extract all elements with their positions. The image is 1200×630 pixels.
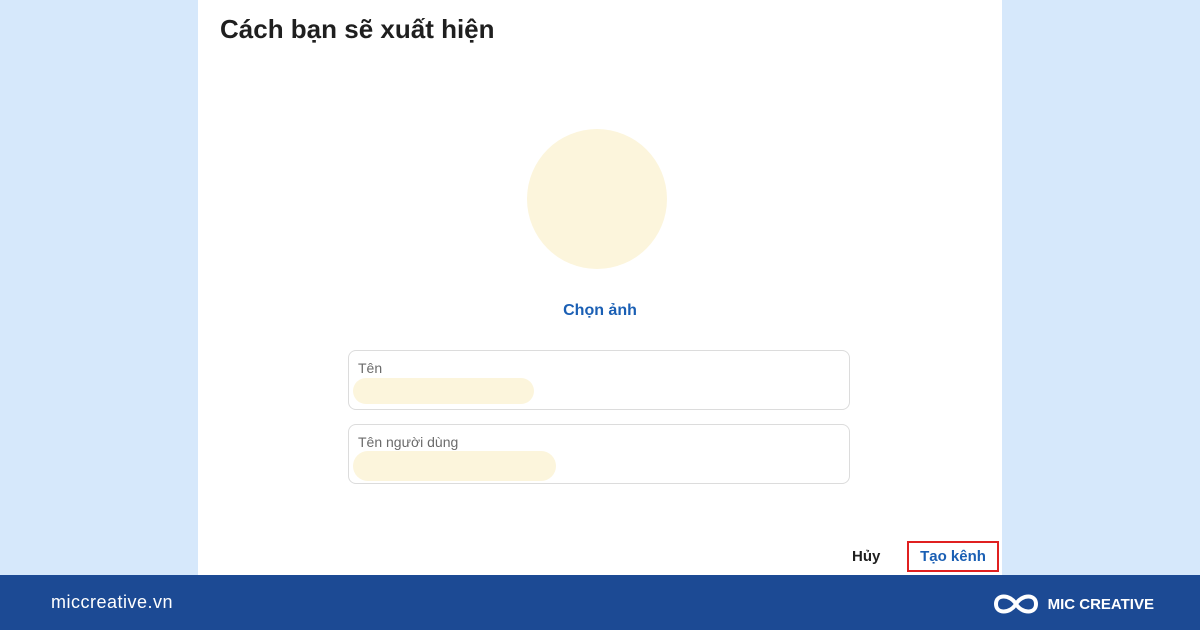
choose-photo-link[interactable]: Chọn ảnh — [198, 302, 1002, 320]
name-field-value-placeholder — [353, 378, 534, 404]
avatar-placeholder[interactable] — [527, 129, 667, 269]
username-field-value-placeholder — [353, 451, 556, 481]
footer-site-url: miccreative.vn — [51, 592, 174, 612]
cancel-button[interactable]: Hủy — [852, 548, 880, 565]
footer-bar: miccreative.vn MIC CREATIVE — [0, 575, 1200, 630]
name-field-label: Tên — [358, 360, 383, 376]
footer-brand: MIC CREATIVE — [992, 589, 1154, 619]
dialog-title: Cách bạn sẽ xuất hiện — [220, 14, 495, 44]
create-channel-button[interactable]: Tạo kênh — [907, 541, 999, 572]
footer-brand-name: MIC CREATIVE — [1047, 595, 1154, 613]
username-field-label: Tên người dùng — [358, 434, 459, 450]
username-field[interactable]: Tên người dùng — [348, 424, 850, 484]
infinity-logo-icon — [993, 594, 1038, 614]
create-channel-dialog: Cách bạn sẽ xuất hiện Chọn ảnh Tên Tên n… — [198, 0, 1002, 575]
name-field[interactable]: Tên — [348, 350, 850, 410]
